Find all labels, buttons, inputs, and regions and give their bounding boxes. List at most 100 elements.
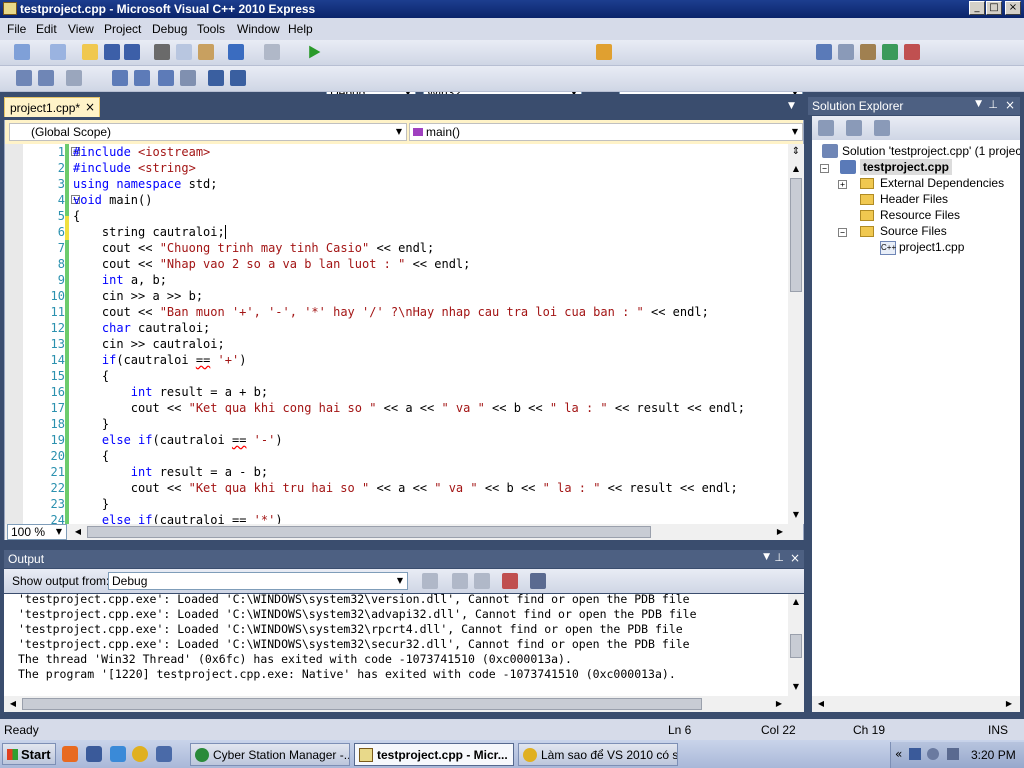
project-node[interactable]: testproject.cpp <box>860 159 953 175</box>
word-wrap-icon[interactable] <box>530 573 546 589</box>
internet-explorer-icon[interactable] <box>110 746 126 762</box>
increase-indent-icon[interactable] <box>230 70 246 86</box>
extension-manager-icon[interactable] <box>904 44 920 60</box>
output-horizontal-scrollbar[interactable]: ◀ ▶ <box>4 696 804 712</box>
pin-icon[interactable]: ⊥ <box>988 98 998 111</box>
toolbox-icon[interactable] <box>860 44 876 60</box>
parameter-info-icon[interactable] <box>38 70 54 86</box>
chevron-down-icon[interactable]: ▼ <box>788 101 795 111</box>
output-panel-title[interactable]: Output ▼ ⊥ × <box>4 550 804 568</box>
minimize-button[interactable]: _ <box>969 1 985 15</box>
horizontal-scroll-thumb[interactable] <box>87 526 651 538</box>
pin-icon[interactable]: ⊥ <box>774 551 784 564</box>
scroll-right-icon[interactable]: ▶ <box>772 697 786 711</box>
menu-view[interactable]: View <box>68 22 94 36</box>
chrome-icon[interactable] <box>132 746 148 762</box>
tab-project1-cpp[interactable]: project1.cpp* × <box>4 97 100 117</box>
scroll-left-icon[interactable]: ◀ <box>71 525 85 539</box>
previous-message-icon[interactable] <box>452 573 468 589</box>
new-project-icon[interactable] <box>14 44 30 60</box>
task-chrome[interactable]: Làm sao để VS 2010 có s... <box>518 743 678 766</box>
next-message-icon[interactable] <box>474 573 490 589</box>
find-message-icon[interactable] <box>422 573 438 589</box>
tree-item-external-dependencies[interactable]: External Dependencies <box>880 175 1004 191</box>
clock[interactable]: 3:20 PM <box>971 748 1016 762</box>
start-debugging-icon[interactable] <box>309 45 321 59</box>
font-icon[interactable] <box>180 70 196 86</box>
close-button[interactable]: × <box>1005 1 1021 15</box>
view-code-icon[interactable] <box>874 120 890 136</box>
find-in-files-icon[interactable] <box>596 44 612 60</box>
close-icon[interactable]: × <box>1005 98 1015 112</box>
code-editor[interactable]: 1 2 3 4 5 6 7 8 9 10 11 12 13 14 15 16 17 18 19 20 21 22 23 24 … <box>4 144 804 524</box>
scroll-right-icon[interactable]: ▶ <box>773 525 787 539</box>
solution-explorer-icon[interactable] <box>816 44 832 60</box>
menu-edit[interactable]: Edit <box>36 22 57 36</box>
collapse-icon[interactable]: − <box>838 228 847 237</box>
tree-item-resource-files[interactable]: Resource Files <box>880 207 960 223</box>
complete-word-icon[interactable] <box>112 70 128 86</box>
split-icon[interactable]: ⇕ <box>789 146 803 160</box>
add-item-icon[interactable] <box>50 44 66 60</box>
horizontal-scroll-thumb[interactable] <box>22 698 702 710</box>
scroll-up-icon[interactable]: ▲ <box>789 595 803 609</box>
solution-explorer-scrollbar[interactable]: ◀ ▶ <box>812 696 1020 712</box>
decrease-indent-icon[interactable] <box>208 70 224 86</box>
solution-explorer-title[interactable]: Solution Explorer ▼ ⊥ × <box>808 97 1020 115</box>
scroll-down-icon[interactable]: ▼ <box>789 508 803 522</box>
window-position-icon[interactable]: ▼ <box>763 552 770 562</box>
show-desktop-icon[interactable] <box>86 746 102 762</box>
copy-icon[interactable] <box>176 44 192 60</box>
task-visual-studio[interactable]: testproject.cpp - Micr... <box>354 743 514 766</box>
editor-vertical-scrollbar[interactable]: ⇕ ▲ ▼ <box>788 144 804 524</box>
scroll-thumb[interactable] <box>790 634 802 658</box>
redo-icon[interactable] <box>264 44 280 60</box>
bluetooth-icon[interactable] <box>927 748 939 760</box>
expand-icon[interactable]: + <box>838 180 847 189</box>
scroll-up-icon[interactable]: ▲ <box>789 162 803 176</box>
menu-project[interactable]: Project <box>104 22 141 36</box>
cut-icon[interactable] <box>154 44 170 60</box>
volume-icon[interactable] <box>947 748 959 760</box>
window-position-icon[interactable]: ▼ <box>975 99 982 109</box>
maximize-button[interactable]: □ <box>986 1 1002 15</box>
tree-item-project1-cpp[interactable]: project1.cpp <box>899 239 964 255</box>
quick-info-icon[interactable] <box>66 70 82 86</box>
save-icon[interactable] <box>104 44 120 60</box>
network-icon[interactable] <box>909 748 921 760</box>
scope-select[interactable]: (Global Scope) ▼ <box>9 123 407 141</box>
menu-debug[interactable]: Debug <box>152 22 187 36</box>
clear-all-icon[interactable] <box>502 573 518 589</box>
save-all-icon[interactable] <box>124 44 140 60</box>
output-vertical-scrollbar[interactable]: ▲ ▼ <box>788 594 804 696</box>
member-select[interactable]: main() ▼ <box>409 123 803 141</box>
menu-file[interactable]: File <box>7 22 26 36</box>
show-all-files-icon[interactable] <box>846 120 862 136</box>
scroll-down-icon[interactable]: ▼ <box>789 680 803 694</box>
menu-help[interactable]: Help <box>288 22 313 36</box>
start-button[interactable]: Start <box>2 743 56 765</box>
tree-item-header-files[interactable]: Header Files <box>880 191 948 207</box>
undo-icon[interactable] <box>228 44 244 60</box>
collapse-icon[interactable]: − <box>820 164 829 173</box>
close-icon[interactable]: × <box>790 551 800 565</box>
menu-window[interactable]: Window <box>237 22 280 36</box>
output-text-area[interactable]: 'testproject.cpp.exe': Loaded 'C:\WINDOW… <box>4 594 804 696</box>
tree-item-source-files[interactable]: Source Files <box>880 223 947 239</box>
scroll-left-icon[interactable]: ◀ <box>6 697 20 711</box>
firefox-icon[interactable] <box>62 746 78 762</box>
tray-expand-icon[interactable]: « <box>895 747 902 761</box>
menu-tools[interactable]: Tools <box>197 22 225 36</box>
paste-icon[interactable] <box>198 44 214 60</box>
task-cyber-station[interactable]: Cyber Station Manager -... <box>190 743 350 766</box>
visual-studio-icon[interactable] <box>156 746 172 762</box>
scroll-left-icon[interactable]: ◀ <box>814 697 828 711</box>
uncomment-icon[interactable] <box>158 70 174 86</box>
zoom-select[interactable]: 100 % ▼ <box>7 524 67 540</box>
close-icon[interactable]: × <box>85 100 95 114</box>
solution-node[interactable]: Solution 'testproject.cpp' (1 project) <box>842 143 1020 159</box>
open-file-icon[interactable] <box>82 44 98 60</box>
comment-icon[interactable] <box>134 70 150 86</box>
start-page-icon[interactable] <box>882 44 898 60</box>
output-source-select[interactable]: Debug ▼ <box>108 572 408 590</box>
